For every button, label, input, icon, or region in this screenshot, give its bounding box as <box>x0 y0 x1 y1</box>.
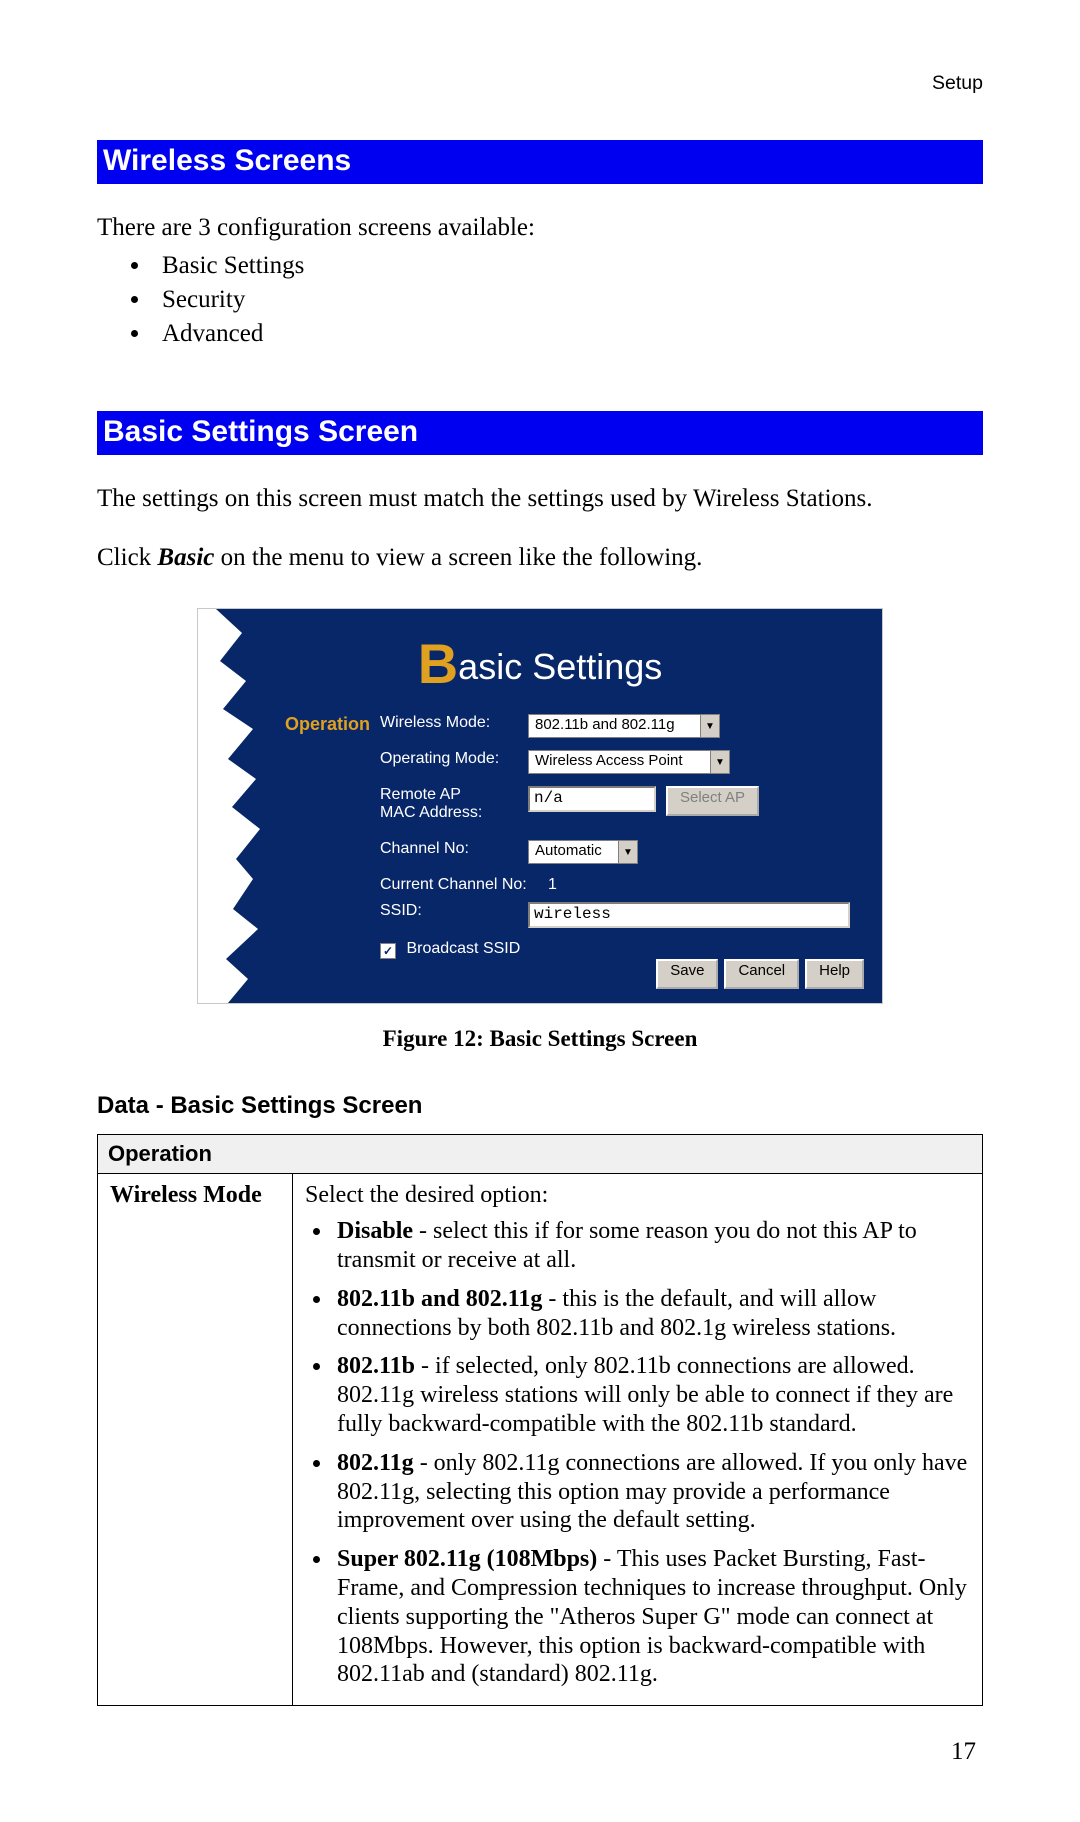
wireless-mode-label: Wireless Mode: <box>380 714 528 732</box>
table-row-description: Select the desired option: Disable - sel… <box>293 1174 983 1706</box>
broadcast-ssid-label: Broadcast SSID <box>406 940 520 957</box>
broadcast-ssid-checkbox[interactable]: ✓ <box>380 943 396 959</box>
operating-mode-label: Operating Mode: <box>380 750 528 768</box>
dropdown-arrow-icon: ▼ <box>710 751 729 773</box>
ssid-label: SSID: <box>380 902 528 920</box>
remote-ap-mac-input[interactable]: n/a <box>528 786 656 812</box>
page-section-label: Setup <box>932 72 983 95</box>
current-channel-no-value: 1 <box>548 876 557 894</box>
text-fragment: on the menu to view a screen like the fo… <box>214 544 702 571</box>
text-fragment: Click <box>97 544 157 571</box>
table-row: Wireless Mode Select the desired option:… <box>98 1174 983 1706</box>
paragraph: Click Basic on the menu to view a screen… <box>97 544 983 573</box>
panel-section-label: Operation <box>285 714 370 735</box>
channel-no-select[interactable]: Automatic ▼ <box>528 840 638 864</box>
page-number: 17 <box>951 1738 976 1766</box>
table-section-header: Operation <box>98 1135 983 1174</box>
list-item: Disable - select this if for some reason… <box>333 1215 970 1283</box>
config-screens-list: Basic Settings Security Advanced <box>97 249 983 351</box>
cancel-button[interactable]: Cancel <box>724 959 799 989</box>
panel-title-text: asic Settings <box>458 646 662 687</box>
channel-no-value: Automatic <box>529 841 618 863</box>
paragraph: The settings on this screen must match t… <box>97 485 983 514</box>
wireless-mode-value: 802.11b and 802.11g <box>529 715 700 737</box>
list-item: Advanced <box>152 317 983 351</box>
save-button[interactable]: Save <box>656 959 718 989</box>
panel-title: Basic Settings <box>198 609 882 696</box>
list-item: 802.11b and 802.11g - this is the defaul… <box>333 1283 970 1351</box>
table-row-name: Wireless Mode <box>98 1174 293 1706</box>
heading-basic-settings-screen: Basic Settings Screen <box>97 411 983 455</box>
list-item: 802.11b - if selected, only 802.11b conn… <box>333 1350 970 1446</box>
list-item: Super 802.11g (108Mbps) - This uses Pack… <box>333 1543 970 1697</box>
heading-wireless-screens: Wireless Screens <box>97 140 983 184</box>
list-item: 802.11g - only 802.11g connections are a… <box>333 1447 970 1543</box>
broadcast-ssid-row: ✓ Broadcast SSID <box>380 940 520 958</box>
emphasized-term: Basic <box>157 544 214 571</box>
help-button[interactable]: Help <box>805 959 864 989</box>
operating-mode-value: Wireless Access Point <box>529 751 710 773</box>
wireless-mode-select[interactable]: 802.11b and 802.11g ▼ <box>528 714 720 738</box>
remote-ap-mac-label: Remote APMAC Address: <box>380 786 528 822</box>
options-list: Disable - select this if for some reason… <box>305 1215 970 1697</box>
current-channel-no-label: Current Channel No: <box>380 876 548 894</box>
intro-text: There are 3 configuration screens availa… <box>97 214 983 243</box>
panel-decorative-edge <box>198 609 273 1003</box>
list-item: Basic Settings <box>152 249 983 283</box>
figure-caption: Figure 12: Basic Settings Screen <box>97 1026 983 1052</box>
dropdown-arrow-icon: ▼ <box>700 715 719 737</box>
data-table: Operation Wireless Mode Select the desir… <box>97 1134 983 1706</box>
operating-mode-select[interactable]: Wireless Access Point ▼ <box>528 750 730 774</box>
embedded-basic-settings-panel: Basic Settings Operation Wireless Mode: … <box>197 608 883 1004</box>
ssid-input[interactable]: wireless <box>528 902 850 928</box>
cell-intro-text: Select the desired option: <box>305 1182 548 1208</box>
dropdown-arrow-icon: ▼ <box>618 841 637 863</box>
channel-no-label: Channel No: <box>380 840 528 858</box>
panel-title-dropcap: B <box>418 632 458 695</box>
subheading-data-basic-settings: Data - Basic Settings Screen <box>97 1092 983 1120</box>
list-item: Security <box>152 283 983 317</box>
select-ap-button[interactable]: Select AP <box>666 786 759 816</box>
